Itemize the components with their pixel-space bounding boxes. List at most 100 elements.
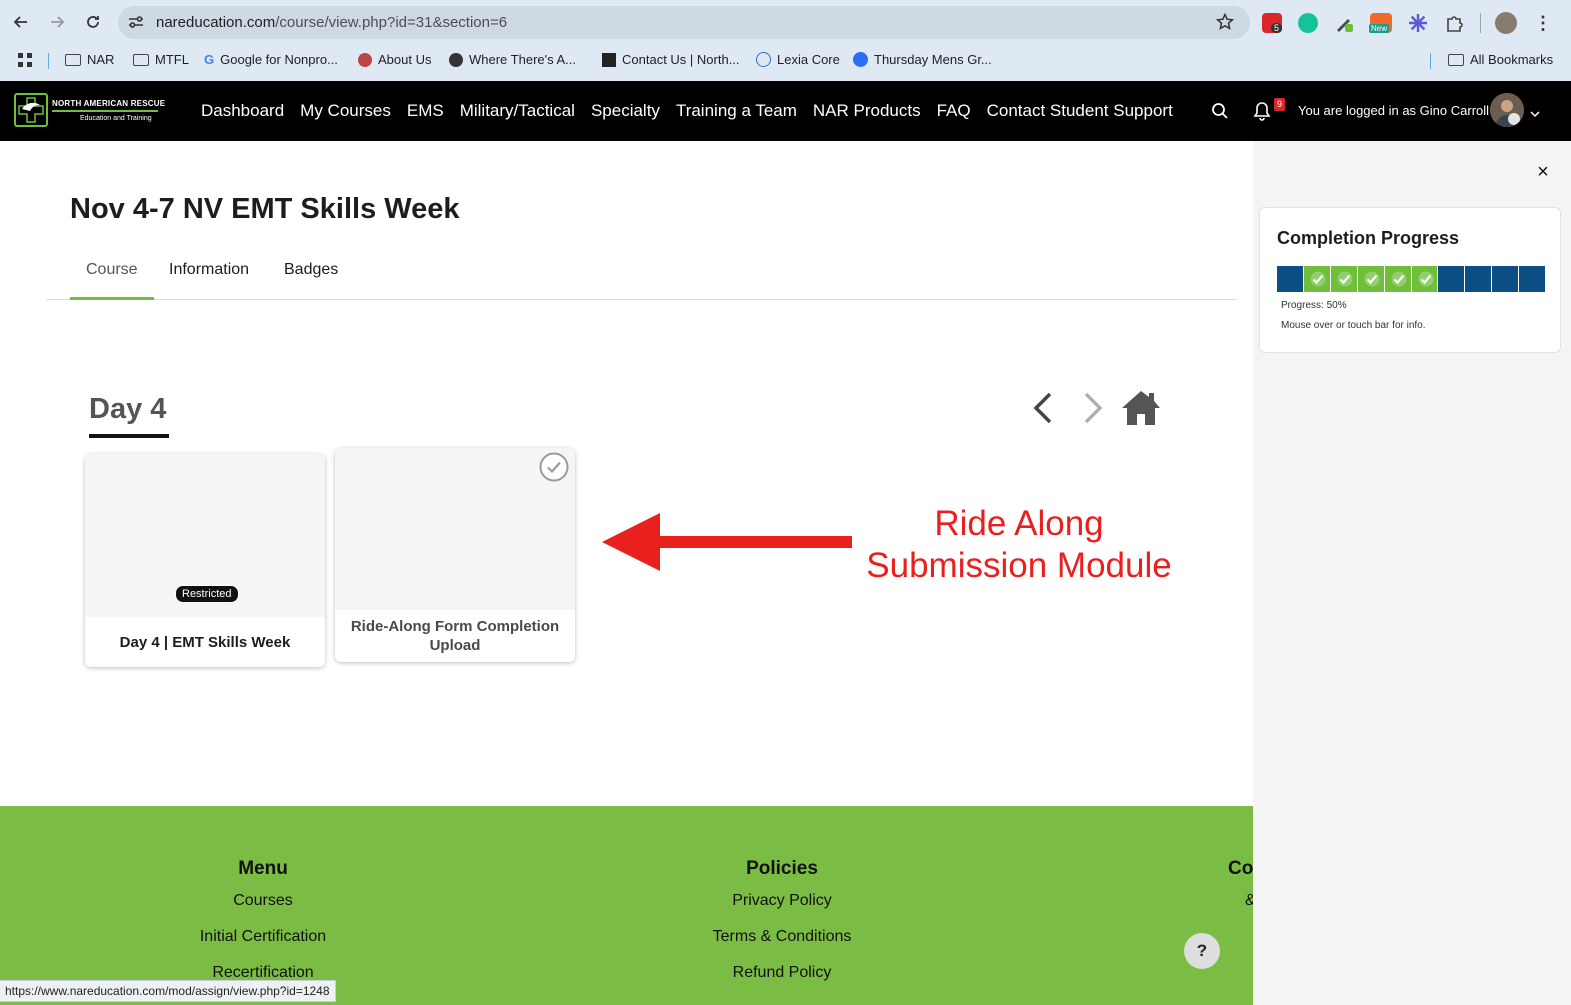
nav-military-tactical[interactable]: Military/Tactical xyxy=(460,101,575,121)
bookmarks-divider xyxy=(48,53,49,69)
bookmark-about-us[interactable]: About Us xyxy=(358,52,431,67)
bookmark-label: About Us xyxy=(378,52,432,67)
course-tabs: Course Information Badges xyxy=(46,252,1237,300)
completion-check-icon[interactable] xyxy=(538,451,570,483)
progress-segment-incomplete[interactable] xyxy=(1277,266,1304,292)
check-icon xyxy=(1418,271,1434,287)
nav-my-courses[interactable]: My Courses xyxy=(300,101,391,121)
progress-segment-complete[interactable] xyxy=(1357,266,1385,292)
folder-icon xyxy=(133,53,149,66)
site-footer: Menu Courses Initial Certification Recer… xyxy=(0,806,1253,1005)
url-text[interactable]: nareducation.com/course/view.php?id=31&s… xyxy=(156,14,507,31)
completion-progress-bar[interactable] xyxy=(1277,266,1546,292)
section-title-underline xyxy=(89,434,169,438)
previous-section-icon[interactable] xyxy=(1030,390,1058,426)
site-icon xyxy=(602,52,616,67)
annotation-text: Ride Along Submission Module xyxy=(866,504,1172,585)
progress-hint: Mouse over or touch bar for info. xyxy=(1281,320,1426,331)
globe-icon xyxy=(756,52,771,67)
google-icon: G xyxy=(204,52,215,67)
footer-menu-column: Menu Courses Initial Certification Recer… xyxy=(163,858,363,982)
notification-bell-icon[interactable] xyxy=(1253,101,1271,126)
logged-in-text: You are logged in as Gino Carroll xyxy=(1298,103,1490,118)
extension-badge: 5 xyxy=(1271,23,1283,33)
nav-dashboard[interactable]: Dashboard xyxy=(201,101,284,121)
footer-link-privacy-policy[interactable]: Privacy Policy xyxy=(682,892,882,910)
site-logo[interactable]: NORTH AMERICAN RESCUE Education and Trai… xyxy=(14,93,165,127)
progress-segment-incomplete[interactable] xyxy=(1519,266,1546,292)
sparkle-extension-icon[interactable] xyxy=(1408,13,1428,33)
next-section-icon[interactable] xyxy=(1078,390,1106,426)
folder-icon xyxy=(1448,53,1464,66)
bookmarks-divider xyxy=(1430,53,1431,69)
progress-segment-complete[interactable] xyxy=(1411,266,1439,292)
footer-policies-column: Policies Privacy Policy Terms & Conditio… xyxy=(682,858,882,982)
browser-menu-icon[interactable]: ⋮ xyxy=(1533,13,1553,33)
search-icon[interactable] xyxy=(1211,102,1229,125)
bookmark-where-theres[interactable]: Where There's A... xyxy=(449,52,576,67)
pen-extension-icon[interactable] xyxy=(1334,13,1354,33)
url-host: nareducation.com xyxy=(156,14,276,31)
progress-segment-complete[interactable] xyxy=(1384,266,1412,292)
close-drawer-icon[interactable]: × xyxy=(1533,161,1553,183)
zoom-icon xyxy=(853,52,868,67)
footer-contact-title: Co xyxy=(1228,858,1253,879)
forward-icon[interactable] xyxy=(45,10,69,34)
new-badge: New xyxy=(1369,24,1390,33)
bookmark-mtfl[interactable]: MTFL xyxy=(133,52,189,67)
nav-training-a-team[interactable]: Training a Team xyxy=(676,101,797,121)
help-button[interactable]: ? xyxy=(1184,933,1220,969)
nav-nar-products[interactable]: NAR Products xyxy=(813,101,921,121)
bookmark-label: Contact Us | North... xyxy=(622,52,740,67)
all-bookmarks[interactable]: All Bookmarks xyxy=(1448,52,1553,67)
footer-link-refund-policy[interactable]: Refund Policy xyxy=(682,964,882,982)
globe-icon xyxy=(449,52,463,67)
tab-course[interactable]: Course xyxy=(70,261,154,300)
header-user-area: 9 You are logged in as Gino Carroll xyxy=(1210,81,1571,141)
site-settings-icon[interactable] xyxy=(128,15,144,34)
footer-link-courses[interactable]: Courses xyxy=(163,892,363,910)
activity-card-day4[interactable]: Restricted Day 4 | EMT Skills Week xyxy=(85,454,325,667)
reload-icon[interactable] xyxy=(81,10,105,34)
bookmark-thursday-mens[interactable]: Thursday Mens Gr... xyxy=(853,52,992,67)
bookmark-nar[interactable]: NAR xyxy=(65,52,114,67)
bookmark-contact-us[interactable]: Contact Us | North... xyxy=(602,52,740,67)
tab-information[interactable]: Information xyxy=(169,261,249,279)
footer-menu-title: Menu xyxy=(238,858,288,879)
progress-segment-incomplete[interactable] xyxy=(1492,266,1520,292)
progress-segment-complete[interactable] xyxy=(1303,266,1331,292)
footer-contact-link[interactable]: & xyxy=(1228,892,1253,910)
progress-segment-incomplete[interactable] xyxy=(1438,266,1466,292)
check-icon xyxy=(1391,271,1407,287)
tab-badges[interactable]: Badges xyxy=(284,261,338,279)
footer-link-initial-certification[interactable]: Initial Certification xyxy=(163,928,363,946)
course-home-icon[interactable] xyxy=(1120,388,1162,428)
logo-title: NORTH AMERICAN RESCUE xyxy=(52,99,166,108)
nav-faq[interactable]: FAQ xyxy=(937,101,971,121)
bookmark-star-icon[interactable] xyxy=(1215,12,1235,36)
puzzle-extension-icon[interactable] xyxy=(1444,13,1464,33)
user-avatar[interactable] xyxy=(1490,93,1524,127)
activity-card-ride-along[interactable]: Ride-Along Form Completion Upload xyxy=(335,448,575,662)
grammarly-extension-icon[interactable] xyxy=(1298,13,1318,33)
nav-specialty[interactable]: Specialty xyxy=(591,101,660,121)
bookmark-lexia-core[interactable]: Lexia Core xyxy=(756,52,840,67)
site-icon xyxy=(358,52,372,67)
nav-contact-student-support[interactable]: Contact Student Support xyxy=(987,101,1173,121)
new-extension-icon[interactable]: New xyxy=(1369,13,1392,33)
profile-avatar-icon[interactable] xyxy=(1495,12,1517,34)
progress-segment-complete[interactable] xyxy=(1330,266,1358,292)
footer-link-terms[interactable]: Terms & Conditions xyxy=(682,928,882,946)
progress-segment-incomplete[interactable] xyxy=(1465,266,1493,292)
apps-grid-icon[interactable] xyxy=(17,52,33,68)
right-drawer: × Completion Progress Progress: 50% Mous… xyxy=(1253,141,1571,1005)
chevron-down-icon[interactable] xyxy=(1530,105,1540,123)
nav-ems[interactable]: EMS xyxy=(407,101,444,121)
address-bar[interactable]: nareducation.com/course/view.php?id=31&s… xyxy=(118,6,1250,39)
back-icon[interactable] xyxy=(9,10,33,34)
pdf-extension-icon[interactable]: 5 xyxy=(1262,13,1283,33)
progress-text: Progress: 50% xyxy=(1281,300,1347,311)
status-bar-url: https://www.nareducation.com/mod/assign/… xyxy=(0,980,336,1002)
bookmark-google-nonprofits[interactable]: G Google for Nonpro... xyxy=(204,52,338,67)
all-bookmarks-label: All Bookmarks xyxy=(1470,52,1554,67)
